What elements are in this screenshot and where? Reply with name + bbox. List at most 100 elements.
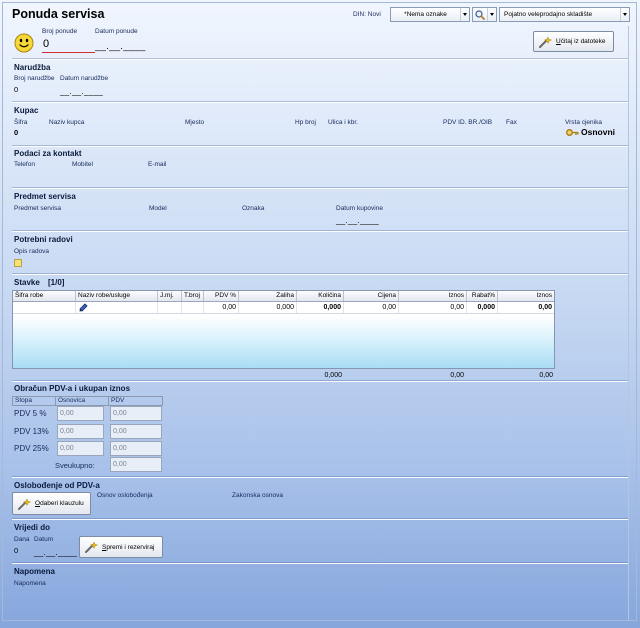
zakonska-osnova-label: Zakonska osnova [232,492,283,499]
skladiste-select[interactable]: Pojatno veleprodajno skladište [499,7,630,22]
cell-tbroj[interactable] [182,302,204,313]
column-header-rabat[interactable]: Rabat% [467,291,498,301]
pdv-field[interactable] [110,441,162,456]
skladiste-select-value: Pojatno veleprodajno skladište [504,11,593,18]
column-header-cijena[interactable]: Cijena [344,291,399,301]
osnovica-field[interactable] [57,424,104,439]
note-icon[interactable] [14,259,22,267]
vrsta-cjenika-label: Vrsta cjenika [565,119,602,126]
osnovica-field[interactable] [57,441,104,456]
pdv-field[interactable] [110,424,162,439]
column-header-iznos-ukupno[interactable]: Iznos [498,291,554,301]
pdv-col-stopa: Stopa [13,397,56,405]
broj-narudzbe-value[interactable]: 0 [14,85,18,94]
wand-icon [538,35,553,48]
datum-kupovine-field[interactable]: __.__.____ [336,216,379,225]
column-header-sifra-robe[interactable]: Šifra robe [13,291,76,301]
vrijedi-datum-label: Datum [34,536,54,543]
cell-iznos[interactable]: 0,00 [399,302,467,313]
mobitel-label: Mobitel [72,161,93,168]
pdv-field[interactable] [110,406,162,421]
column-header-pdv[interactable]: PDV % [204,291,239,301]
osnovica-field[interactable] [57,406,104,421]
dana-value[interactable]: 0 [14,546,18,555]
key-icon [566,128,579,137]
oznaka-label: Oznaka [242,205,265,212]
column-header-jmj[interactable]: J.mj. [158,291,182,301]
section-title-napomena: Napomena [14,567,55,576]
cell-jmj[interactable] [158,302,182,313]
section-title-radovi: Potrebni radovi [14,235,73,244]
kupac-sifra-value[interactable]: 0 [14,128,18,137]
hp-broj-label: Hp broj [295,119,316,126]
load-from-file-label: Učitaj iz datoteke [556,38,606,45]
kupac-sifra-label: Šifra [14,119,28,126]
cell-iznos-ukupno[interactable]: 0,00 [498,302,554,313]
fax-label: Fax [506,119,517,126]
broj-ponude-input[interactable] [42,35,95,53]
smiley-icon [14,33,34,53]
section-divider [12,187,628,189]
naziv-kupca-label: Naziv kupca [49,119,85,126]
telefon-label: Telefon [14,161,35,168]
oznaka-select-value: *Nema oznake [404,11,447,18]
sveukupno-field[interactable] [110,457,162,472]
email-label: E-mail [148,161,167,168]
save-reserve-label: Spremi i rezerviraj [102,543,155,551]
chevron-down-icon[interactable] [487,8,496,21]
section-title-vrijedi: Vrijedi do [14,523,51,532]
datum-ponude-label: Datum ponude [95,28,138,35]
choose-clause-label: Odaberi klauzulu [35,500,84,507]
column-header-naziv[interactable]: Naziv robe/usluge [76,291,158,301]
cell-rabat[interactable]: 0,000 [467,302,498,313]
column-header-tbroj[interactable]: T.broj [182,291,204,301]
cell-sifra-robe[interactable] [13,302,76,313]
save-reserve-button[interactable]: Spremi i rezerviraj [79,536,163,558]
din-label: DIN: Novi [353,11,381,18]
oznaka-select[interactable]: *Nema oznake [390,7,470,22]
predmet-servisa-label: Predmet servisa [14,205,61,212]
mjesto-label: Mjesto [185,119,205,126]
broj-narudzbe-label: Broj narudžbe [14,75,55,82]
pencil-icon[interactable] [79,303,88,312]
section-title-kupac: Kupac [14,106,39,115]
pdv-col-pdv: PDV [111,397,125,404]
datum-ponude-field[interactable]: __.__.____ [95,41,146,52]
chevron-down-icon[interactable] [460,8,469,21]
pdv-col-osnovica: Osnovica [56,397,109,405]
pdv-rate-label: PDV 5 % [14,409,47,418]
column-header-kolicina[interactable]: Količina [297,291,344,301]
cell-cijena[interactable]: 0,00 [344,302,399,313]
pdv-table-header: Stopa Osnovica PDV [12,396,163,406]
pdv-rate-label: PDV 13% [14,427,49,436]
section-divider [12,101,628,103]
vrijedi-datum-field[interactable]: __.__.____ [34,548,77,557]
search-icon [473,9,487,20]
pdv-rate-label: PDV 25% [14,444,49,453]
dana-label: Dana [14,536,30,543]
choose-clause-button[interactable]: Odaberi klauzulu [12,492,91,515]
table-row[interactable]: 0,00 0,000 0,000 0,00 0,00 0,000 0,00 [13,302,554,314]
cjenik-selector[interactable]: Osnovni [566,127,615,137]
frame-divider [628,26,629,621]
sveukupno-label: Sveukupno: [55,461,95,470]
datum-narudzbe-label: Datum narudžbe [60,75,109,82]
search-button[interactable] [472,7,497,22]
load-from-file-button[interactable]: Učitaj iz datoteke [533,31,614,52]
stavke-grid[interactable]: Šifra robe Naziv robe/usluge J.mj. T.bro… [12,290,555,369]
section-divider [12,58,628,60]
column-header-iznos[interactable]: Iznos [399,291,467,301]
cell-pdv[interactable]: 0,00 [204,302,239,313]
section-divider [12,518,628,520]
chevron-down-icon[interactable] [620,8,629,21]
section-divider [12,145,628,147]
wand-icon [17,497,32,510]
cell-kolicina[interactable]: 0,000 [297,302,344,313]
cjenik-value: Osnovni [581,127,616,137]
datum-narudzbe-field[interactable]: __.__.____ [60,87,103,96]
cell-zaliha[interactable]: 0,000 [239,302,297,313]
total-iznos: 0,00 [450,372,464,379]
column-header-zaliha[interactable]: Zaliha [239,291,297,301]
cell-naziv[interactable] [76,302,158,313]
section-title-stavke: Stavke [14,278,40,287]
